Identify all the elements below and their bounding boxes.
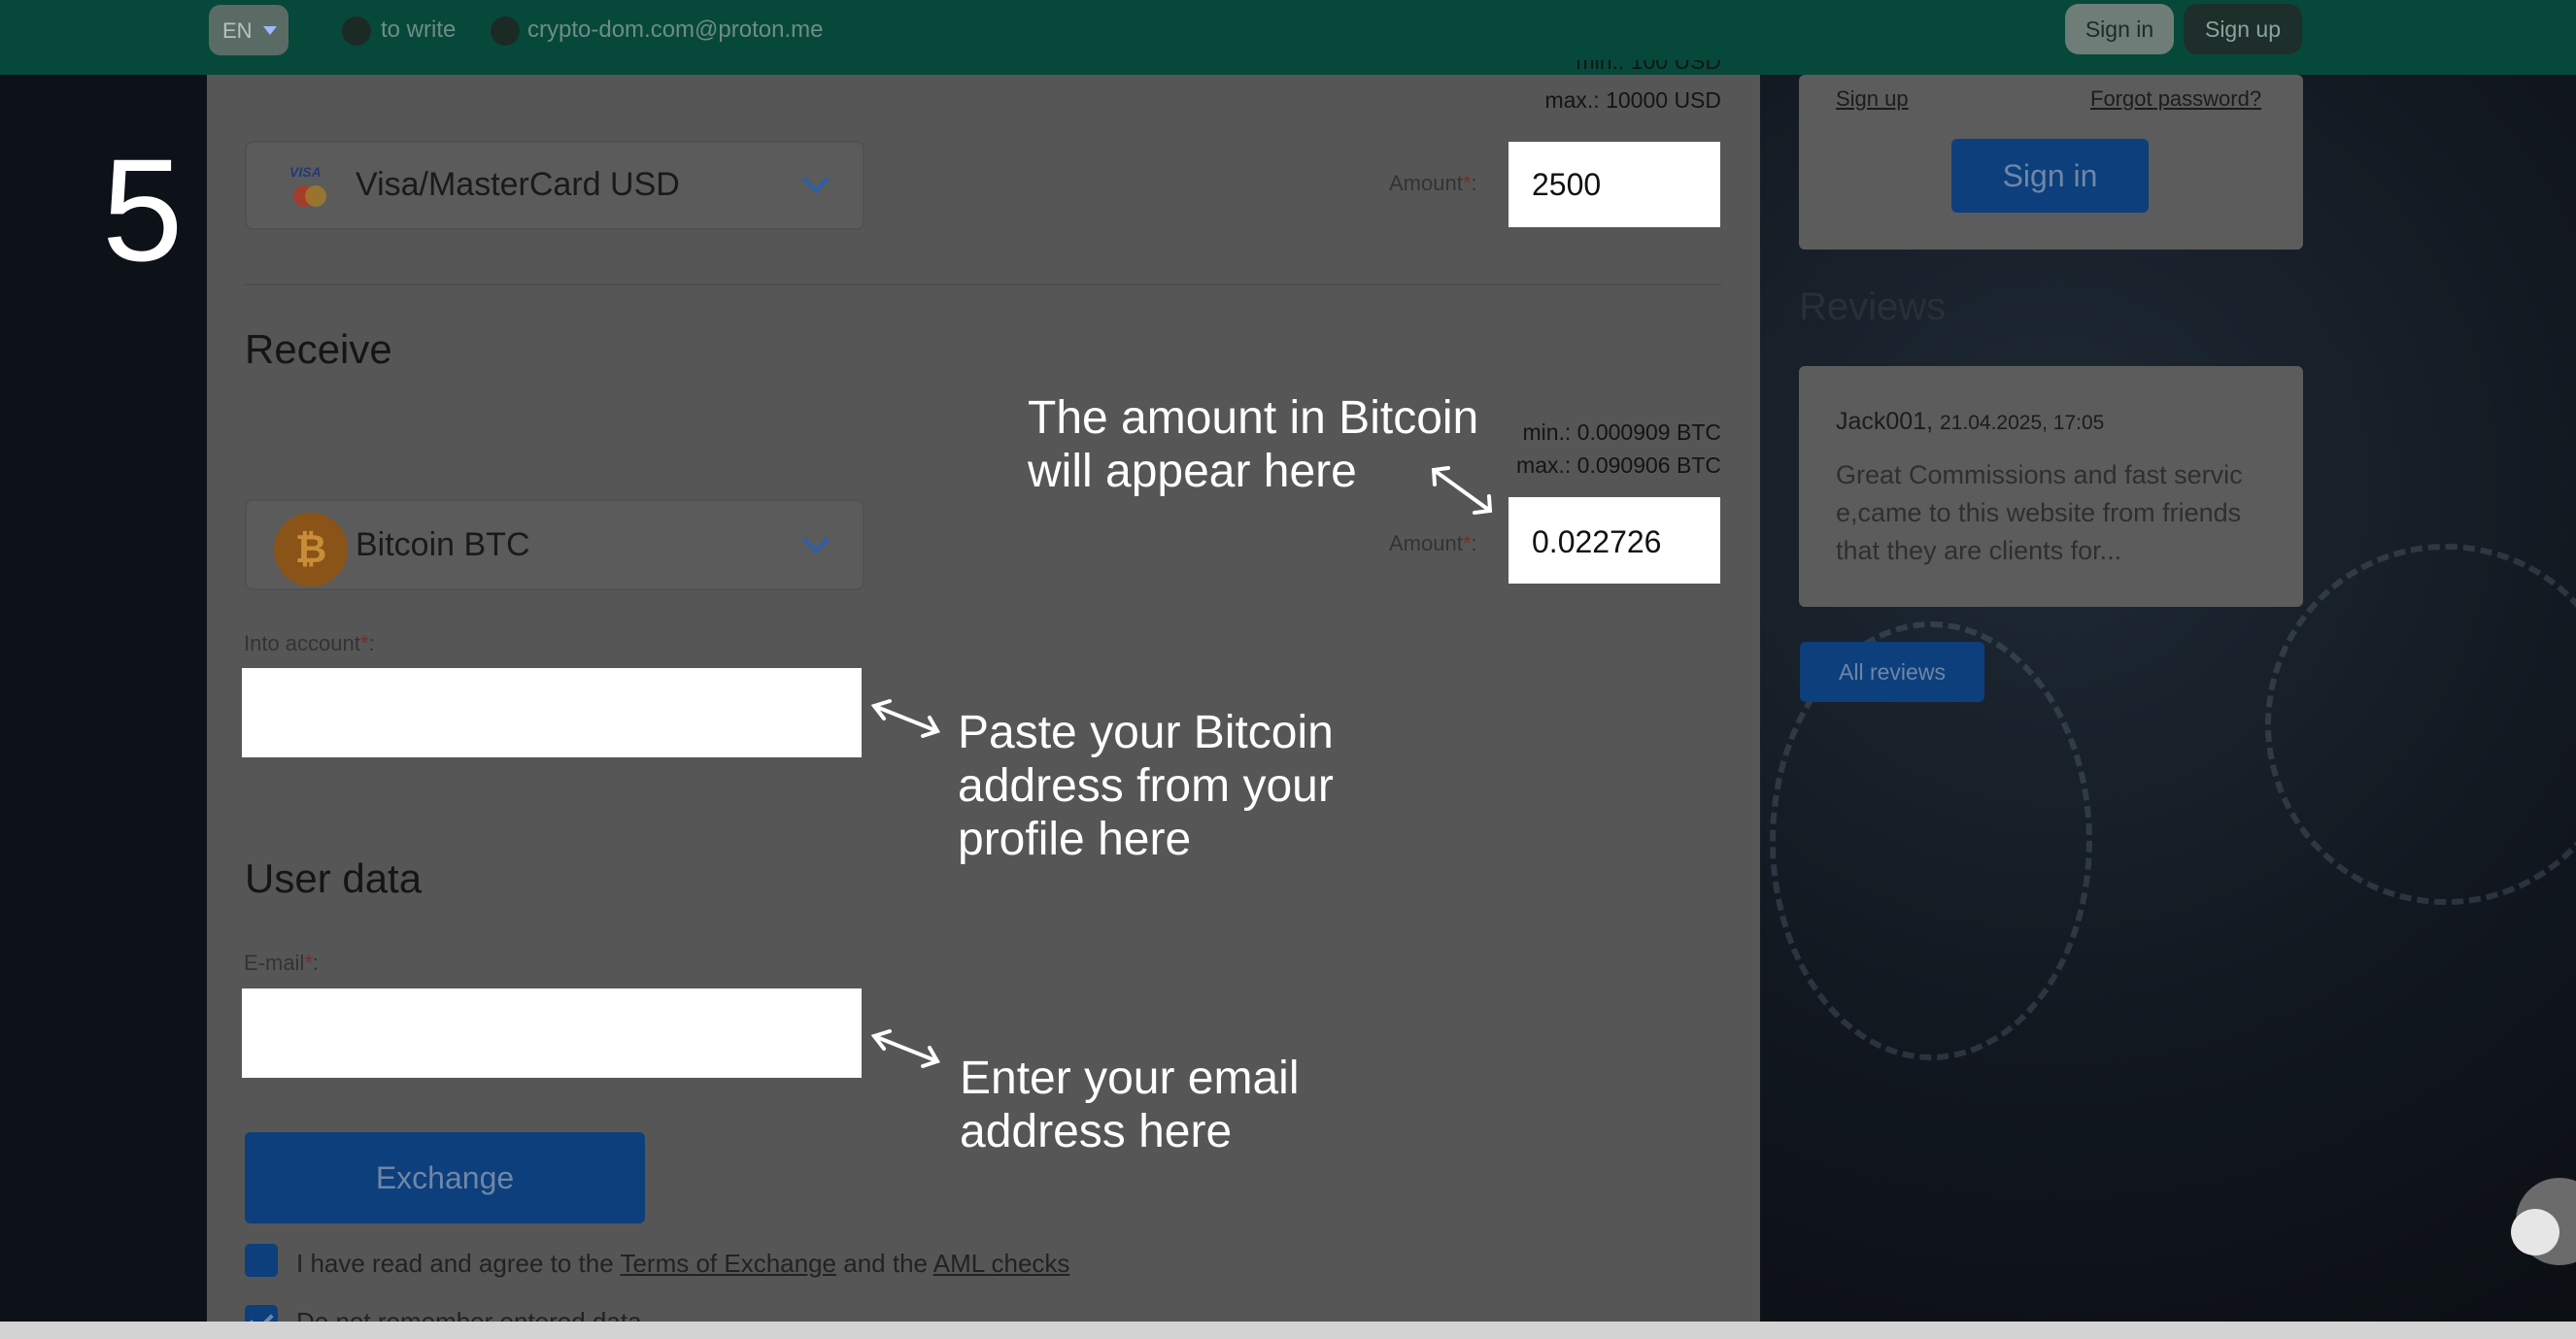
double-arrow-icon [870, 699, 940, 738]
double-arrow-icon [1431, 466, 1493, 515]
double-arrow-icon [870, 1029, 940, 1068]
annotation-arrows [870, 466, 1493, 1068]
